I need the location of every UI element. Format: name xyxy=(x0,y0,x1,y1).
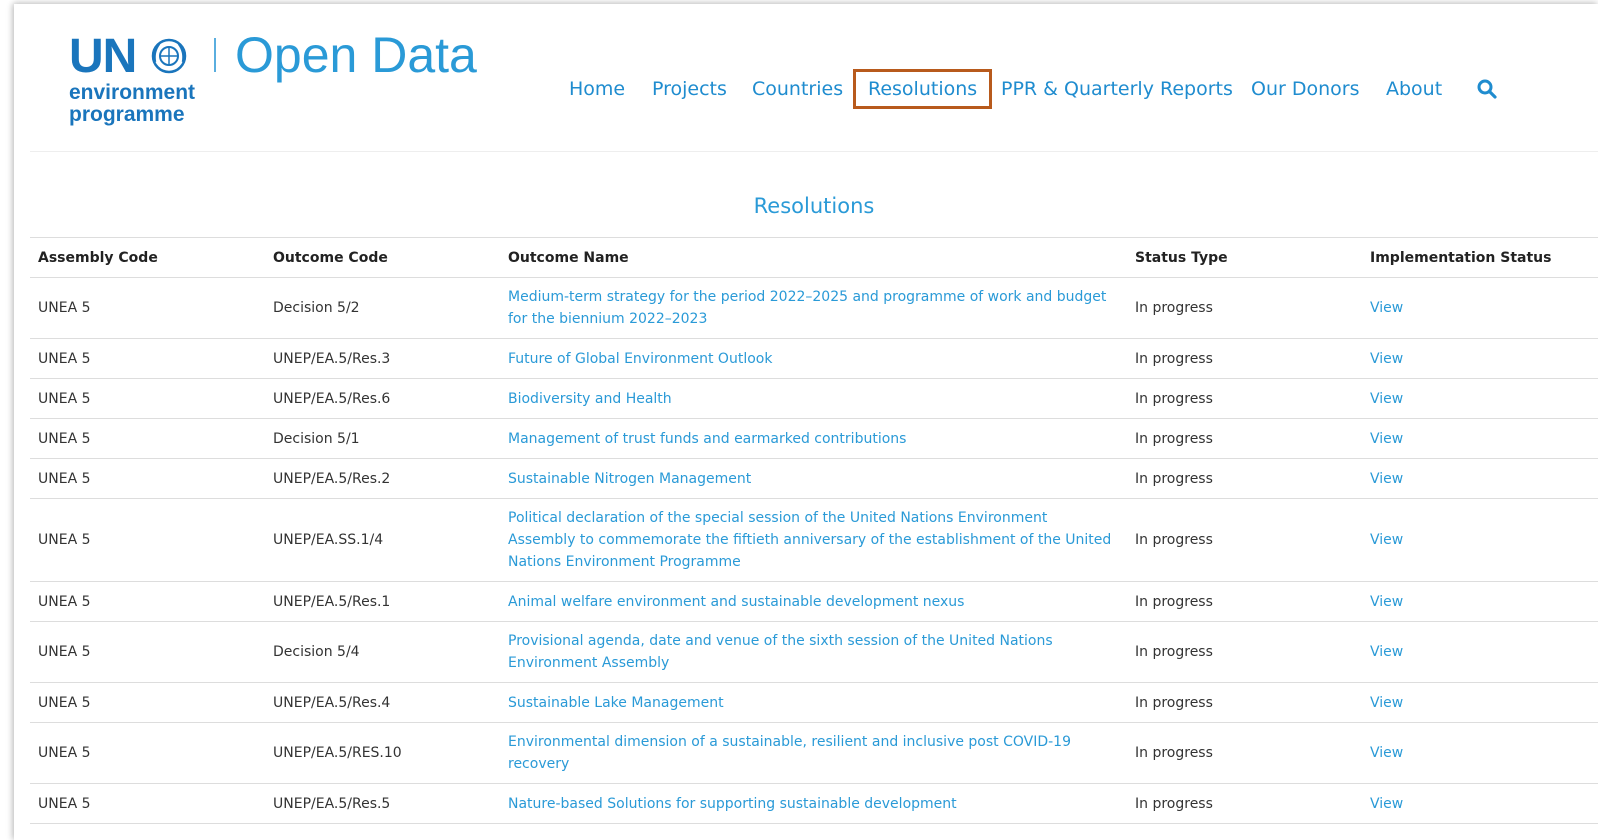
table-row: UNEA 5 Decision 5/2 Medium-term strategy… xyxy=(30,277,1598,339)
header-status-type[interactable]: Status Type xyxy=(1127,237,1362,278)
status-type-cell: In progress xyxy=(1127,498,1362,582)
outcome-code-cell: Decision 5/1 xyxy=(265,418,500,459)
view-link[interactable]: View xyxy=(1362,682,1598,723)
nav-ppr-quarterly-reports[interactable]: PPR & Quarterly Reports xyxy=(1001,72,1233,106)
outcome-name-link[interactable]: Provisional agenda, date and venue of th… xyxy=(500,621,1127,683)
outcome-name-link[interactable]: Political declaration of the special ses… xyxy=(500,498,1127,582)
table-row: UNEA 5 UNEP/EA.5/Res.1 Animal welfare en… xyxy=(30,581,1598,622)
outcome-code-cell: UNEP/EA.5/RES.10 xyxy=(265,722,500,784)
search-icon[interactable] xyxy=(1476,78,1498,100)
header-assembly-code[interactable]: Assembly Code xyxy=(30,237,265,278)
view-link[interactable]: View xyxy=(1362,621,1598,683)
logo-line-1: environment xyxy=(69,81,196,104)
status-type-cell: In progress xyxy=(1127,581,1362,622)
status-type-cell: In progress xyxy=(1127,682,1362,723)
assembly-code-cell: UNEA 5 xyxy=(30,783,265,824)
view-link[interactable]: View xyxy=(1362,418,1598,459)
table-row: UNEA 5 UNEP/EA.5/Res.2 Sustainable Nitro… xyxy=(30,458,1598,499)
header-implementation-status[interactable]: Implementation Status xyxy=(1362,237,1598,278)
outcome-code-cell: Decision 5/4 xyxy=(265,621,500,683)
site-header: UN environment programme Open Data Home … xyxy=(14,4,1598,152)
status-type-cell: In progress xyxy=(1127,783,1362,824)
table-row: UNEA 5 UNEP/EA.5/Res.5 Nature-based Solu… xyxy=(30,783,1598,824)
view-link[interactable]: View xyxy=(1362,498,1598,582)
table-row: UNEA 5 UNEP/EA.5/RES.10 Environmental di… xyxy=(30,722,1598,784)
un-emblem-icon xyxy=(151,38,187,74)
outcome-code-cell: UNEP/EA.5/Res.1 xyxy=(265,581,500,622)
nav-resolutions[interactable]: Resolutions xyxy=(852,69,993,109)
status-type-cell: In progress xyxy=(1127,621,1362,683)
assembly-code-cell: UNEA 5 xyxy=(30,621,265,683)
assembly-code-cell: UNEA 5 xyxy=(30,338,265,379)
status-type-cell: In progress xyxy=(1127,722,1362,784)
status-type-cell: In progress xyxy=(1127,378,1362,419)
outcome-name-link[interactable]: Environmental dimension of a sustainable… xyxy=(500,722,1127,784)
logo-divider xyxy=(214,38,216,72)
nav-projects[interactable]: Projects xyxy=(652,72,727,106)
outcome-name-link[interactable]: Sustainable Lake Management xyxy=(500,682,1127,723)
header-divider xyxy=(30,151,1598,152)
assembly-code-cell: UNEA 5 xyxy=(30,682,265,723)
table-row: UNEA 5 UNEP/EA.SS.1/4 Political declarat… xyxy=(30,498,1598,582)
nav-about[interactable]: About xyxy=(1386,72,1442,106)
page-frame: UN environment programme Open Data Home … xyxy=(14,4,1598,840)
table-row: UNEA 5 Decision 5/1 Management of trust … xyxy=(30,418,1598,459)
table-row: UNEA 5 UNEP/EA.5/Res.3 Future of Global … xyxy=(30,338,1598,379)
outcome-name-link[interactable]: Management of trust funds and earmarked … xyxy=(500,418,1127,459)
outcome-name-link[interactable]: Sustainable Nitrogen Management xyxy=(500,458,1127,499)
table-header-row: Assembly Code Outcome Code Outcome Name … xyxy=(30,237,1598,278)
nav-our-donors[interactable]: Our Donors xyxy=(1251,72,1359,106)
view-link[interactable]: View xyxy=(1362,581,1598,622)
status-type-cell: In progress xyxy=(1127,418,1362,459)
outcome-name-link[interactable]: Biodiversity and Health xyxy=(500,378,1127,419)
outcome-name-link[interactable]: Medium-term strategy for the period 2022… xyxy=(500,277,1127,339)
outcome-code-cell: UNEP/EA.5/Res.6 xyxy=(265,378,500,419)
nav-home[interactable]: Home xyxy=(569,72,625,106)
assembly-code-cell: UNEA 5 xyxy=(30,418,265,459)
outcome-code-cell: UNEP/EA.SS.1/4 xyxy=(265,498,500,582)
site-title: Open Data xyxy=(235,27,477,83)
assembly-code-cell: UNEA 5 xyxy=(30,378,265,419)
view-link[interactable]: View xyxy=(1362,277,1598,339)
header-outcome-code[interactable]: Outcome Code xyxy=(265,237,500,278)
page-title: Resolutions xyxy=(753,194,875,218)
nav-countries[interactable]: Countries xyxy=(752,72,843,106)
view-link[interactable]: View xyxy=(1362,783,1598,824)
outcome-name-link[interactable]: Animal welfare environment and sustainab… xyxy=(500,581,1127,622)
table-row: UNEA 5 UNEP/EA.5/Res.6 Biodiversity and … xyxy=(30,378,1598,419)
outcome-name-link[interactable]: Nature-based Solutions for supporting su… xyxy=(500,783,1127,824)
logo-line-2: programme xyxy=(69,103,185,126)
logo-un-text: UN xyxy=(69,30,137,83)
view-link[interactable]: View xyxy=(1362,378,1598,419)
header-outcome-name[interactable]: Outcome Name xyxy=(500,237,1127,278)
status-type-cell: In progress xyxy=(1127,458,1362,499)
assembly-code-cell: UNEA 5 xyxy=(30,498,265,582)
outcome-code-cell: UNEP/EA.5/Res.5 xyxy=(265,783,500,824)
assembly-code-cell: UNEA 5 xyxy=(30,722,265,784)
outcome-code-cell: UNEP/EA.5/Res.3 xyxy=(265,338,500,379)
outcome-code-cell: UNEP/EA.5/Res.4 xyxy=(265,682,500,723)
assembly-code-cell: UNEA 5 xyxy=(30,277,265,339)
outcome-code-cell: UNEP/EA.5/Res.2 xyxy=(265,458,500,499)
view-link[interactable]: View xyxy=(1362,722,1598,784)
table-row: UNEA 5 Decision 5/4 Provisional agenda, … xyxy=(30,621,1598,683)
resolutions-table: Assembly Code Outcome Code Outcome Name … xyxy=(30,237,1598,824)
status-type-cell: In progress xyxy=(1127,277,1362,339)
view-link[interactable]: View xyxy=(1362,458,1598,499)
view-link[interactable]: View xyxy=(1362,338,1598,379)
status-type-cell: In progress xyxy=(1127,338,1362,379)
assembly-code-cell: UNEA 5 xyxy=(30,581,265,622)
outcome-name-link[interactable]: Future of Global Environment Outlook xyxy=(500,338,1127,379)
logo-subtitle: environment programme xyxy=(69,82,195,126)
table-row: UNEA 5 UNEP/EA.5/Res.4 Sustainable Lake … xyxy=(30,682,1598,723)
assembly-code-cell: UNEA 5 xyxy=(30,458,265,499)
outcome-code-cell: Decision 5/2 xyxy=(265,277,500,339)
un-environment-logo[interactable]: UN environment programme Open Data xyxy=(69,27,519,132)
